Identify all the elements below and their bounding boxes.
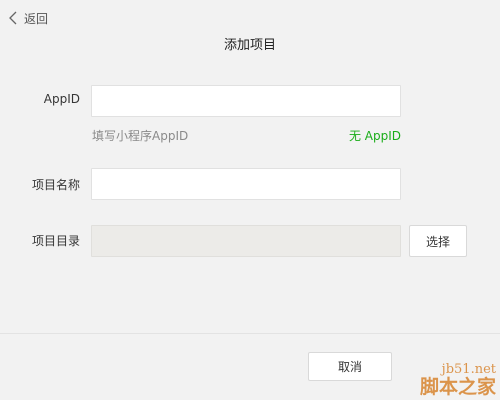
back-label: 返回 [24,11,49,26]
project-dir-input [91,225,401,257]
page-title: 添加项目 [223,38,276,53]
project-dir-label: 项目目录 [31,234,80,248]
back-button[interactable]: 返回 [8,9,48,27]
project-name-input[interactable] [91,168,401,200]
no-appid-link[interactable]: 无 AppID [349,127,401,144]
choose-dir-button[interactable]: 选择 [409,225,467,257]
appid-input[interactable] [91,85,401,117]
chevron-left-icon [9,11,17,25]
appid-label: AppID [43,92,80,106]
appid-hint: 填写小程序AppID [92,129,189,143]
watermark-domain: jb51.net [441,362,496,377]
watermark-site: 脚本之家 [419,376,496,398]
project-name-label: 项目名称 [31,178,80,192]
watermark: jb51.net 脚本之家 [368,363,496,397]
footer-divider [0,333,500,334]
